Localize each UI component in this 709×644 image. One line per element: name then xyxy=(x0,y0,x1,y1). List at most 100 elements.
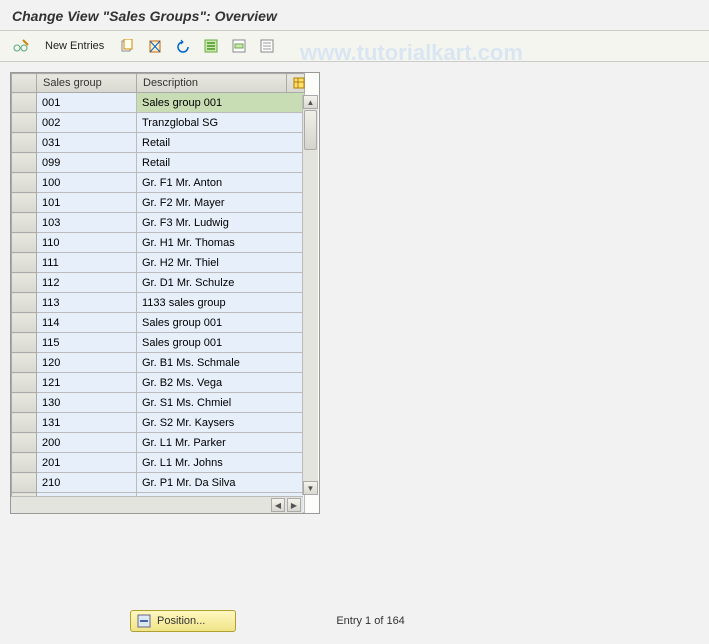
cell-description[interactable]: Gr. S1 Ms. Chmiel xyxy=(137,393,305,413)
horizontal-scrollbar[interactable]: ◀ ▶ xyxy=(11,496,303,513)
cell-sales-group[interactable]: 115 xyxy=(37,333,137,353)
scroll-down-button[interactable]: ▼ xyxy=(303,481,318,495)
cell-sales-group[interactable]: 099 xyxy=(37,153,137,173)
row-selector[interactable] xyxy=(12,213,37,233)
position-button[interactable]: Position... xyxy=(130,610,236,632)
cell-description[interactable]: Gr. H1 Mr. Thomas xyxy=(137,233,305,253)
copy-as-button[interactable] xyxy=(115,35,139,57)
table-row[interactable]: 101Gr. F2 Mr. Mayer xyxy=(12,193,305,213)
row-selector[interactable] xyxy=(12,333,37,353)
row-selector[interactable] xyxy=(12,113,37,133)
column-header-sales-group[interactable]: Sales group xyxy=(37,74,137,93)
row-selector[interactable] xyxy=(12,393,37,413)
row-selector[interactable] xyxy=(12,433,37,453)
row-selector[interactable] xyxy=(12,133,37,153)
cell-sales-group[interactable]: 112 xyxy=(37,273,137,293)
cell-sales-group[interactable]: 121 xyxy=(37,373,137,393)
table-row[interactable]: 115Sales group 001 xyxy=(12,333,305,353)
row-selector[interactable] xyxy=(12,373,37,393)
row-selector[interactable] xyxy=(12,233,37,253)
table-row[interactable]: 120Gr. B1 Ms. Schmale xyxy=(12,353,305,373)
row-selector[interactable] xyxy=(12,173,37,193)
cell-sales-group[interactable]: 002 xyxy=(37,113,137,133)
table-row[interactable]: 002Tranzglobal SG xyxy=(12,113,305,133)
table-row[interactable]: 103Gr. F3 Mr. Ludwig xyxy=(12,213,305,233)
cell-description[interactable]: Gr. S2 Mr. Kaysers xyxy=(137,413,305,433)
cell-description[interactable]: Retail xyxy=(137,153,305,173)
table-row[interactable]: 121Gr. B2 Ms. Vega xyxy=(12,373,305,393)
column-header-description[interactable]: Description xyxy=(137,74,287,93)
table-row[interactable]: 111Gr. H2 Mr. Thiel xyxy=(12,253,305,273)
table-row[interactable]: 099Retail xyxy=(12,153,305,173)
cell-sales-group[interactable]: 210 xyxy=(37,473,137,493)
table-row[interactable]: 131Gr. S2 Mr. Kaysers xyxy=(12,413,305,433)
row-selector[interactable] xyxy=(12,413,37,433)
row-selector[interactable] xyxy=(12,93,37,113)
cell-sales-group[interactable]: 110 xyxy=(37,233,137,253)
cell-description[interactable]: Gr. B1 Ms. Schmale xyxy=(137,353,305,373)
table-row[interactable]: 110Gr. H1 Mr. Thomas xyxy=(12,233,305,253)
row-selector-header[interactable] xyxy=(12,74,37,93)
table-row[interactable]: 210Gr. P1 Mr. Da Silva xyxy=(12,473,305,493)
cell-description[interactable]: Gr. D1 Mr. Schulze xyxy=(137,273,305,293)
row-selector[interactable] xyxy=(12,353,37,373)
cell-description[interactable]: Sales group 001 xyxy=(137,313,305,333)
row-selector[interactable] xyxy=(12,193,37,213)
cell-description[interactable]: Gr. F1 Mr. Anton xyxy=(137,173,305,193)
cell-description[interactable]: Gr. F3 Mr. Ludwig xyxy=(137,213,305,233)
cell-sales-group[interactable]: 130 xyxy=(37,393,137,413)
scroll-thumb[interactable] xyxy=(304,110,317,150)
deselect-all-button[interactable] xyxy=(255,35,279,57)
cell-description[interactable]: 1133 sales group xyxy=(137,293,305,313)
toggle-display-change-button[interactable] xyxy=(8,35,34,57)
row-selector[interactable] xyxy=(12,313,37,333)
new-entries-button[interactable]: New Entries xyxy=(38,35,111,57)
select-all-button[interactable] xyxy=(199,35,223,57)
cell-description[interactable]: Tranzglobal SG xyxy=(137,113,305,133)
cell-sales-group[interactable]: 101 xyxy=(37,193,137,213)
row-selector[interactable] xyxy=(12,453,37,473)
scroll-up-button[interactable]: ▲ xyxy=(303,95,318,109)
table-row[interactable]: 1131133 sales group xyxy=(12,293,305,313)
row-selector[interactable] xyxy=(12,293,37,313)
row-selector[interactable] xyxy=(12,153,37,173)
cell-description[interactable]: Gr. F2 Mr. Mayer xyxy=(137,193,305,213)
table-row[interactable]: 001Sales group 001 xyxy=(12,93,305,113)
cell-description[interactable]: Retail xyxy=(137,133,305,153)
cell-sales-group[interactable]: 100 xyxy=(37,173,137,193)
vertical-scrollbar[interactable]: ▲ ▼ xyxy=(302,95,318,495)
cell-sales-group[interactable]: 113 xyxy=(37,293,137,313)
cell-description[interactable]: Gr. L1 Mr. Johns xyxy=(137,453,305,473)
cell-sales-group[interactable]: 103 xyxy=(37,213,137,233)
table-row[interactable]: 112Gr. D1 Mr. Schulze xyxy=(12,273,305,293)
cell-description[interactable]: Gr. H2 Mr. Thiel xyxy=(137,253,305,273)
table-row[interactable]: 200Gr. L1 Mr. Parker xyxy=(12,433,305,453)
configure-columns-button[interactable] xyxy=(287,74,305,93)
cell-description[interactable]: Gr. P1 Mr. Da Silva xyxy=(137,473,305,493)
cell-sales-group[interactable]: 200 xyxy=(37,433,137,453)
cell-sales-group[interactable]: 111 xyxy=(37,253,137,273)
scroll-left-button[interactable]: ◀ xyxy=(271,498,285,512)
cell-description[interactable]: Gr. B2 Ms. Vega xyxy=(137,373,305,393)
cell-sales-group[interactable]: 031 xyxy=(37,133,137,153)
scroll-right-button[interactable]: ▶ xyxy=(287,498,301,512)
delete-button[interactable] xyxy=(143,35,167,57)
cell-sales-group[interactable]: 131 xyxy=(37,413,137,433)
table-row[interactable]: 114Sales group 001 xyxy=(12,313,305,333)
cell-description[interactable]: Sales group 001 xyxy=(137,93,305,113)
cell-description[interactable]: Gr. L1 Mr. Parker xyxy=(137,433,305,453)
row-selector[interactable] xyxy=(12,253,37,273)
cell-sales-group[interactable]: 120 xyxy=(37,353,137,373)
row-selector[interactable] xyxy=(12,473,37,493)
select-block-button[interactable] xyxy=(227,35,251,57)
table-row[interactable]: 100Gr. F1 Mr. Anton xyxy=(12,173,305,193)
cell-description[interactable]: Sales group 001 xyxy=(137,333,305,353)
table-row[interactable]: 201Gr. L1 Mr. Johns xyxy=(12,453,305,473)
undo-button[interactable] xyxy=(171,35,195,57)
cell-sales-group[interactable]: 201 xyxy=(37,453,137,473)
cell-sales-group[interactable]: 001 xyxy=(37,93,137,113)
table-row[interactable]: 130Gr. S1 Ms. Chmiel xyxy=(12,393,305,413)
row-selector[interactable] xyxy=(12,273,37,293)
table-row[interactable]: 031Retail xyxy=(12,133,305,153)
cell-sales-group[interactable]: 114 xyxy=(37,313,137,333)
